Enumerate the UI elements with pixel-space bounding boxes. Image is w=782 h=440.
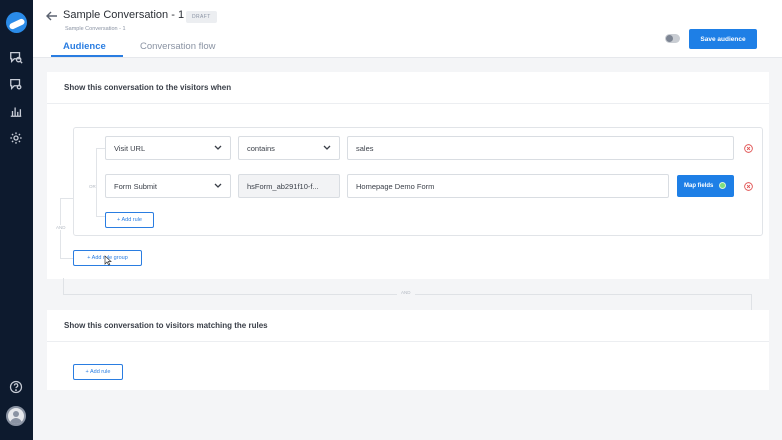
map-fields-button[interactable]: Map fields xyxy=(677,175,734,197)
group-connector-label: AND xyxy=(56,225,66,230)
matching-rules-panel: Show this conversation to visitors match… xyxy=(47,310,769,390)
rule-value-input[interactable]: sales xyxy=(347,136,734,160)
breadcrumb: Sample Conversation - 1 xyxy=(65,26,126,32)
chat-search-icon[interactable] xyxy=(8,49,24,65)
chat-settings-icon[interactable] xyxy=(8,76,24,92)
tab-conversation-flow[interactable]: Conversation flow xyxy=(140,41,216,52)
help-icon[interactable] xyxy=(8,379,24,395)
rule-value-text: sales xyxy=(356,143,374,153)
panel-title: Show this conversation to the visitors w… xyxy=(64,83,232,92)
rule-connector-line xyxy=(96,216,105,217)
form-name-text: Homepage Demo Form xyxy=(356,181,435,191)
remove-rule-icon[interactable] xyxy=(744,144,753,153)
remove-rule-icon[interactable] xyxy=(744,182,753,191)
divider xyxy=(47,341,769,342)
header: Sample Conversation - 1 DRAFT Sample Con… xyxy=(33,0,782,58)
chevron-down-icon xyxy=(214,145,222,150)
rule-operator-value: contains xyxy=(247,143,275,153)
status-badge: DRAFT xyxy=(186,11,217,23)
panel-connector-label: AND xyxy=(397,290,415,295)
form-name-input[interactable]: Homepage Demo Form xyxy=(347,174,669,198)
chevron-down-icon xyxy=(214,183,222,188)
rule-field-select[interactable]: Form Submit xyxy=(105,174,231,198)
group-connector-line xyxy=(60,258,73,259)
tab-audience[interactable]: Audience xyxy=(63,41,106,52)
form-id-value: hsForm_ab291f10-f... xyxy=(247,181,319,191)
avatar[interactable] xyxy=(6,406,26,426)
add-rule-button[interactable]: + Add rule xyxy=(73,364,123,380)
map-fields-label: Map fields xyxy=(684,183,714,189)
rule-connector-label: OR xyxy=(89,183,96,190)
rule-field-value: Form Submit xyxy=(114,181,157,191)
panel-connector-line xyxy=(63,278,64,294)
publish-toggle[interactable] xyxy=(665,34,680,43)
gear-icon[interactable] xyxy=(8,130,24,146)
divider xyxy=(47,103,769,104)
back-arrow-icon[interactable] xyxy=(45,9,59,23)
group-connector-line xyxy=(60,198,73,199)
bar-chart-icon[interactable] xyxy=(8,103,24,119)
status-dot-icon xyxy=(719,182,726,189)
mouse-cursor-icon xyxy=(104,255,112,266)
rule-field-select[interactable]: Visit URL xyxy=(105,136,231,160)
app-logo[interactable] xyxy=(6,12,27,33)
form-id-field: hsForm_ab291f10-f... xyxy=(238,174,340,198)
active-tab-indicator xyxy=(51,55,123,57)
chevron-down-icon xyxy=(323,145,331,150)
sidebar xyxy=(0,0,33,440)
add-rule-button[interactable]: + Add rule xyxy=(105,212,154,228)
panel-connector-line xyxy=(751,294,752,310)
rule-field-value: Visit URL xyxy=(114,143,146,153)
save-audience-button[interactable]: Save audience xyxy=(689,29,757,49)
rule-operator-select[interactable]: contains xyxy=(238,136,340,160)
rule-connector-line xyxy=(96,148,97,216)
page-title: Sample Conversation - 1 xyxy=(63,9,185,21)
panel-title: Show this conversation to visitors match… xyxy=(64,321,268,330)
rule-connector-line xyxy=(96,148,105,149)
